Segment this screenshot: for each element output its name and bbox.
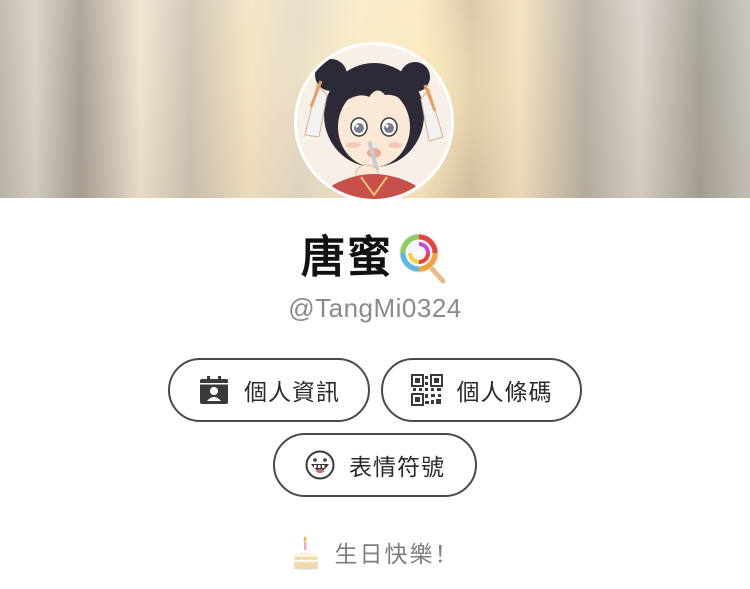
birthday-cake-icon (292, 536, 319, 570)
stickers-button[interactable]: 表情符號 (273, 433, 477, 497)
avatar[interactable] (294, 42, 454, 202)
display-name: 唐蜜 (301, 232, 393, 283)
stickers-label: 表情符號 (349, 455, 445, 481)
qr-code-label: 個人條碼 (456, 380, 553, 406)
qr-code-button[interactable]: 個人條碼 (381, 358, 582, 422)
birthday-message: 生日快樂！ (0, 530, 750, 574)
lollipop-icon (399, 233, 446, 284)
smiley-sticker-icon (305, 450, 335, 480)
display-name-row: 唐蜜 (0, 228, 750, 288)
user-id: @TangMi0324 (288, 293, 462, 323)
birthday-text: 生日快樂！ (334, 542, 460, 568)
qr-code-icon (410, 374, 443, 406)
profile-info-button[interactable]: 個人資訊 (168, 358, 370, 422)
profile-card-icon (200, 376, 228, 404)
profile-page: 唐蜜 @TangMi0324 個人資訊 個人條碼 表情符號 生日快樂！ (0, 0, 750, 589)
profile-info-label: 個人資訊 (244, 380, 340, 406)
avatar-illustration (297, 45, 451, 199)
